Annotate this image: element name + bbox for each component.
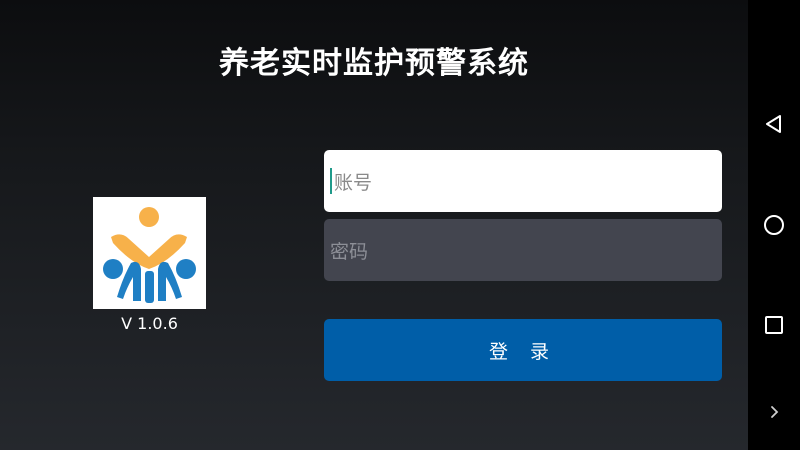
- app-logo: [93, 197, 206, 309]
- login-button-label: 登 录: [488, 340, 558, 363]
- app-screen: 养老实时监护预警系统 V 1.0.6 账号 密码 登 录: [0, 0, 748, 450]
- login-button[interactable]: 登 录: [324, 319, 722, 381]
- nav-more-button[interactable]: [748, 392, 800, 432]
- square-recent-icon: [765, 316, 783, 334]
- account-input[interactable]: 账号: [324, 150, 722, 212]
- page-title: 养老实时监护预警系统: [0, 38, 748, 82]
- password-placeholder: 密码: [330, 240, 369, 263]
- version-label: V 1.0.6: [121, 314, 178, 333]
- family-care-logo-icon: [103, 207, 196, 303]
- system-nav-bar: [748, 0, 800, 450]
- circle-home-icon: [764, 215, 784, 235]
- account-placeholder: 账号: [334, 171, 373, 194]
- nav-back-button[interactable]: [748, 104, 800, 144]
- chevron-right-icon: [771, 406, 779, 418]
- text-cursor: [330, 168, 332, 194]
- password-input[interactable]: 密码: [324, 219, 722, 281]
- nav-home-button[interactable]: [748, 205, 800, 245]
- nav-recent-button[interactable]: [748, 305, 800, 345]
- page-title-text: 养老实时监护预警系统: [219, 46, 529, 81]
- triangle-back-icon: [766, 115, 781, 133]
